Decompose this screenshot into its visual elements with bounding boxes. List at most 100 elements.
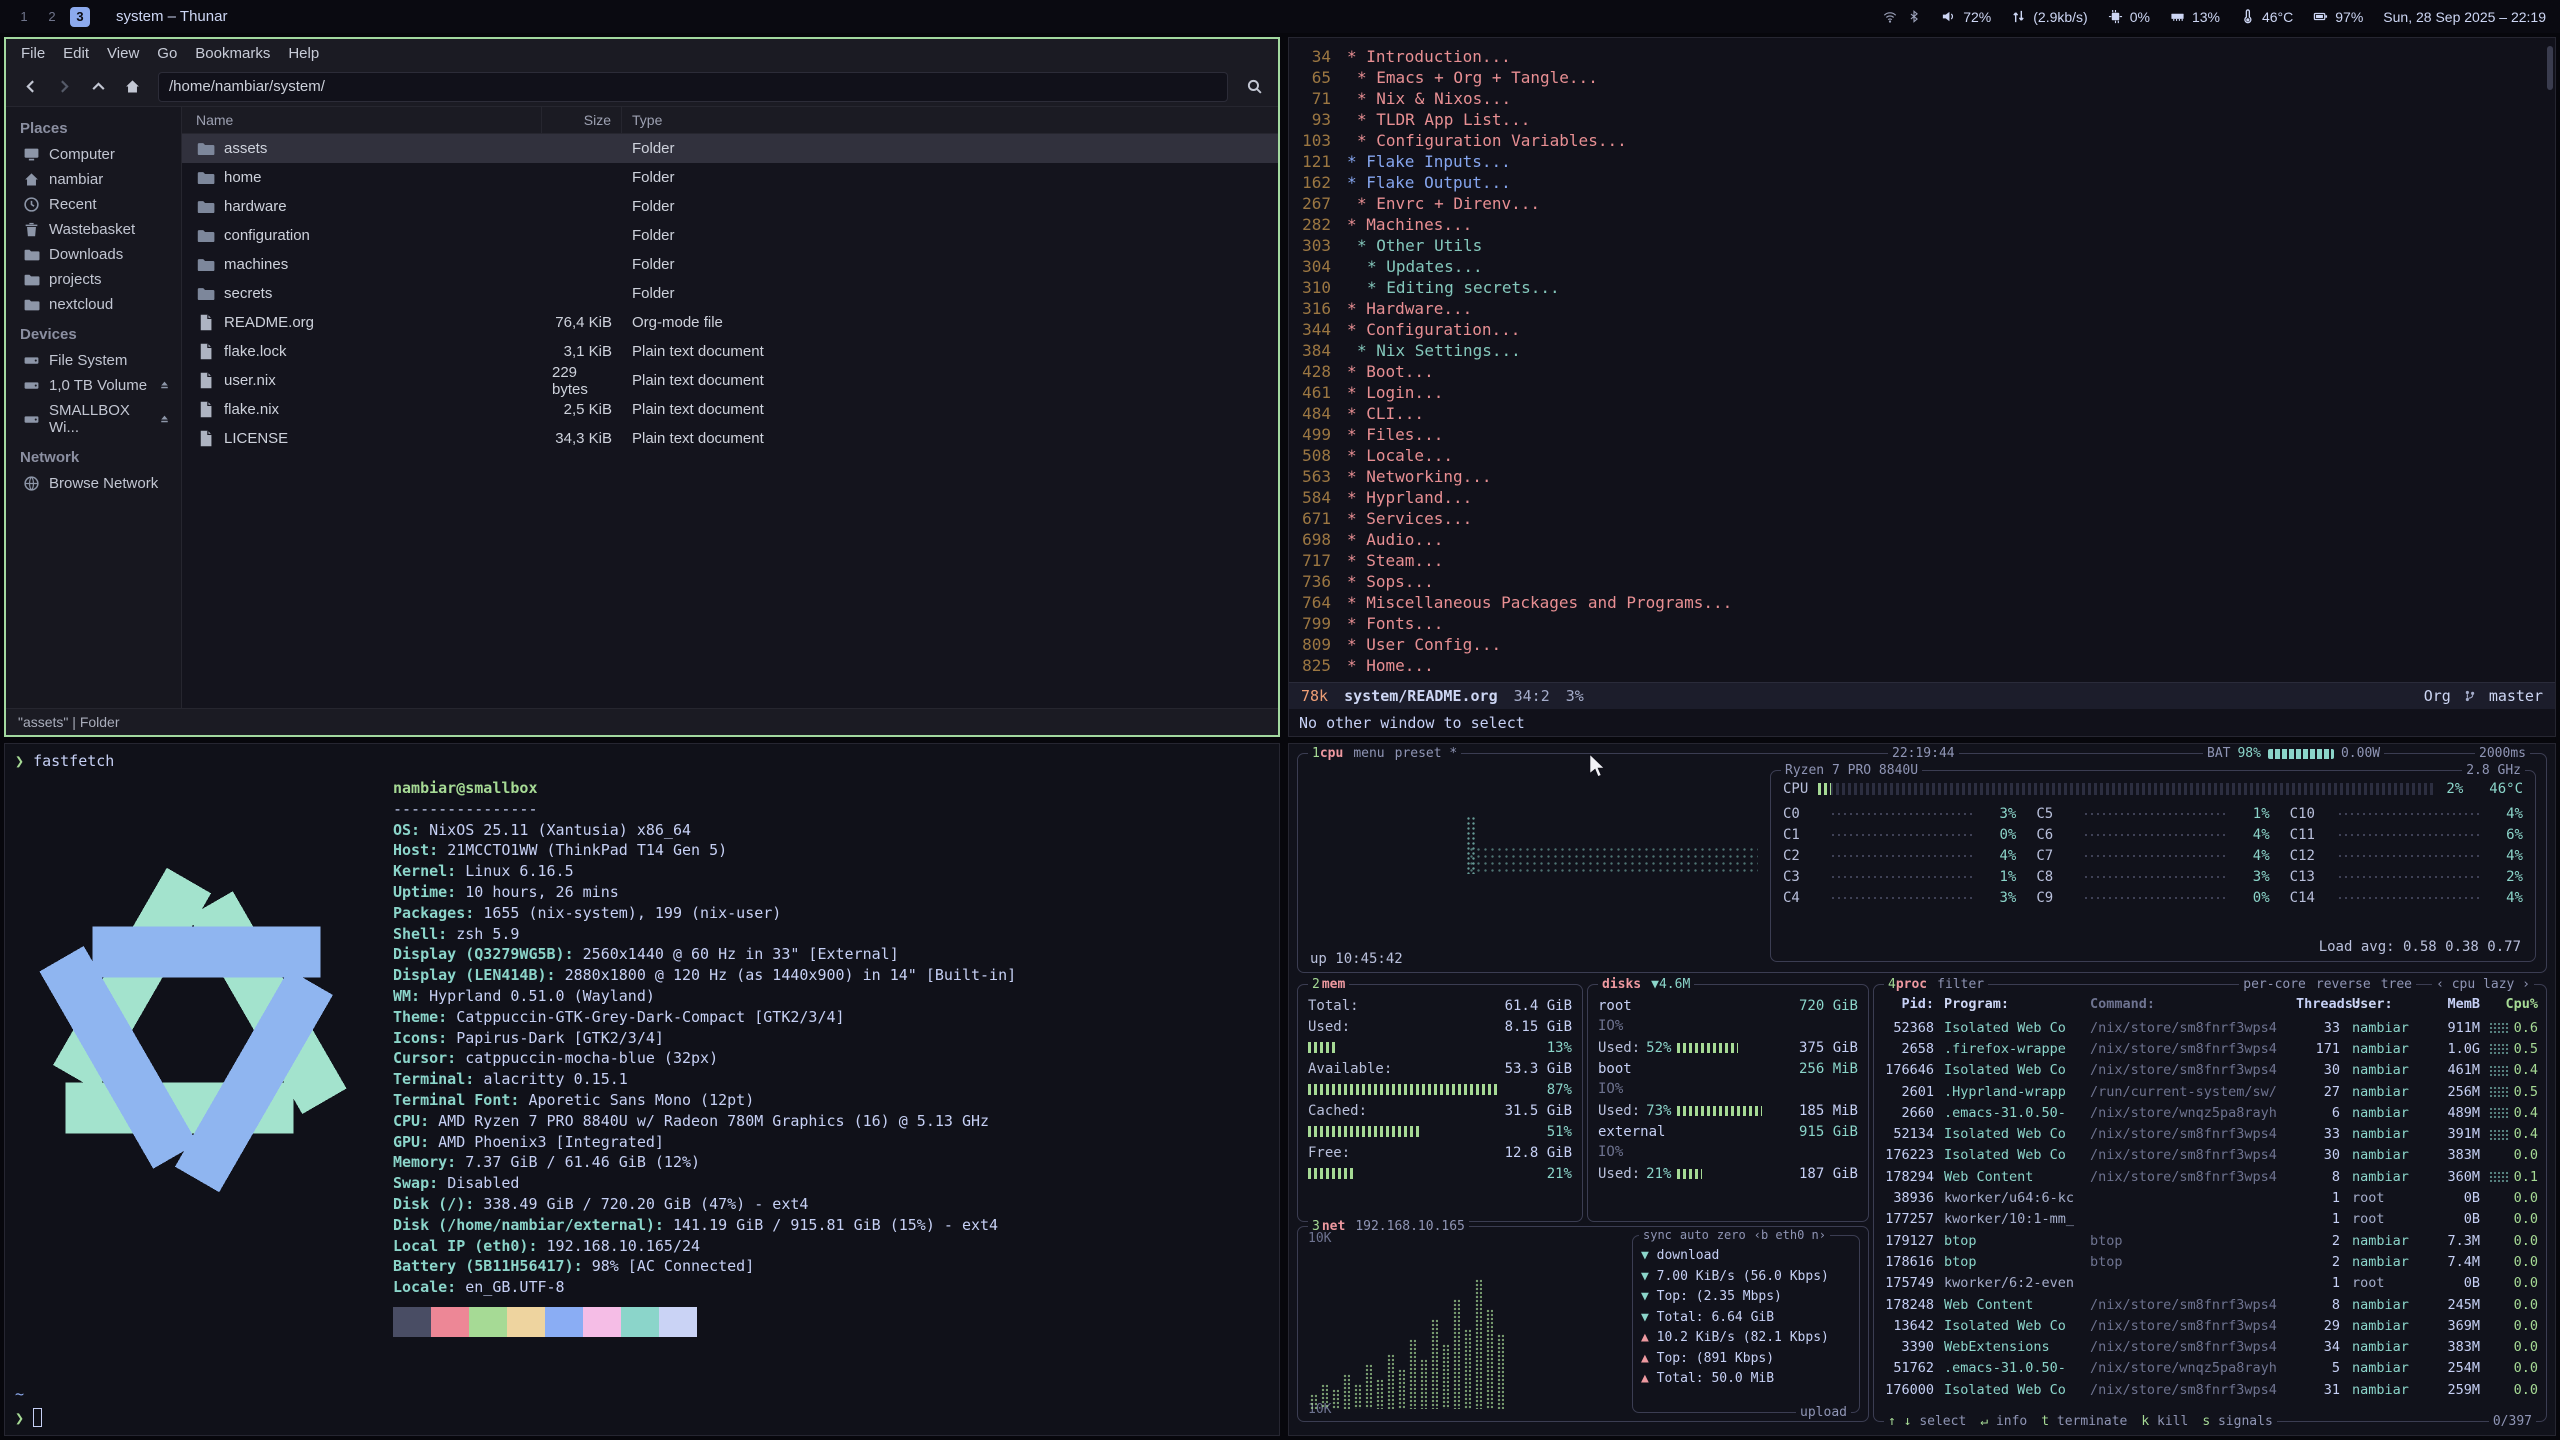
column-header-type[interactable]: Type	[622, 107, 1278, 133]
org-headline[interactable]: 825* Home...	[1289, 655, 2545, 676]
proc-footer-actions[interactable]: ↑ ↓ select↵ infot terminatek kills signa…	[1884, 1413, 2277, 1430]
search-button[interactable]	[1238, 72, 1270, 102]
org-headline[interactable]: 461* Login...	[1289, 382, 2545, 403]
process-row[interactable]: 13642Isolated Web Co/nix/store/sm8fnrf3w…	[1882, 1315, 2538, 1336]
sidebar-item-file-system[interactable]: File System	[6, 348, 181, 373]
org-headline[interactable]: 428* Boot...	[1289, 361, 2545, 382]
org-headline[interactable]: 584* Hyprland...	[1289, 487, 2545, 508]
process-row[interactable]: 52368Isolated Web Co/nix/store/sm8fnrf3w…	[1882, 1017, 2538, 1038]
net-chip-beth0n[interactable]: ‹b eth0 n›	[1754, 1227, 1826, 1244]
file-row[interactable]: homeFolder	[182, 163, 1278, 192]
mem-box-title[interactable]: 2mem	[1308, 976, 1349, 993]
file-row[interactable]: machinesFolder	[182, 250, 1278, 279]
process-row[interactable]: 51762.emacs-31.0.50-/nix/store/wnqz5pa8r…	[1882, 1358, 2538, 1379]
org-headline[interactable]: 698* Audio...	[1289, 529, 2545, 550]
menu-help[interactable]: Help	[279, 42, 328, 65]
footer-action-signals[interactable]: s signals	[2202, 1413, 2272, 1430]
org-headline[interactable]: 103* Configuration Variables...	[1289, 130, 2545, 151]
sidebar-item-computer[interactable]: Computer	[6, 142, 181, 167]
sidebar-item-recent[interactable]: Recent	[6, 192, 181, 217]
net-chip-sync[interactable]: sync	[1643, 1227, 1672, 1244]
proc-col-cpu%[interactable]: Cpu%	[2480, 996, 2538, 1012]
chip-menu[interactable]: menu	[1353, 745, 1384, 762]
chip-proc[interactable]: 4proc	[1888, 976, 1927, 993]
emacs-scrollbar-thumb[interactable]	[2547, 46, 2553, 90]
footer-action-info[interactable]: ↵ info	[1980, 1413, 2027, 1430]
file-row[interactable]: user.nix229 bytesPlain text document	[182, 366, 1278, 395]
org-headline[interactable]: 316* Hardware...	[1289, 298, 2545, 319]
workspace-button-3[interactable]: 3	[70, 7, 90, 27]
eject-icon[interactable]	[158, 413, 171, 426]
process-row[interactable]: 178294Web Content/nix/store/sm8fnrf3wps4…	[1882, 1166, 2538, 1187]
sidebar-item-1-0-tb-volume[interactable]: 1,0 TB Volume	[6, 373, 181, 398]
chip-cpu[interactable]: 1cpu	[1312, 745, 1343, 762]
home-button[interactable]	[116, 72, 148, 102]
process-row[interactable]: 176646Isolated Web Co/nix/store/sm8fnrf3…	[1882, 1060, 2538, 1081]
chip-tree[interactable]: tree	[2381, 976, 2412, 993]
process-row[interactable]: 3390WebExtensions/nix/store/sm8fnrf3wps4…	[1882, 1336, 2538, 1357]
org-headline[interactable]: 799* Fonts...	[1289, 613, 2545, 634]
emacs-buffer[interactable]: 34* Introduction...65* Emacs + Org + Tan…	[1289, 46, 2545, 680]
terminal-window[interactable]: ❯ fastfetch nambiar@smallbox------------…	[4, 743, 1280, 1436]
org-headline[interactable]: 93* TLDR App List...	[1289, 109, 2545, 130]
org-headline[interactable]: 310* Editing secrets...	[1289, 277, 2545, 298]
org-headline[interactable]: 303* Other Utils	[1289, 235, 2545, 256]
org-headline[interactable]: 121* Flake Inputs...	[1289, 151, 2545, 172]
shell-prompt[interactable]: ❯	[15, 1408, 42, 1427]
process-row[interactable]: 175749kworker/6:2-even1root0B0.0	[1882, 1273, 2538, 1294]
net-chip-auto[interactable]: auto	[1680, 1227, 1709, 1244]
module-memory[interactable]: 13%	[2170, 9, 2220, 25]
workspace-button-1[interactable]: 1	[14, 7, 34, 27]
chip-reverse[interactable]: reverse	[2316, 976, 2371, 993]
org-headline[interactable]: 671* Services...	[1289, 508, 2545, 529]
file-row[interactable]: flake.nix2,5 KiBPlain text document	[182, 395, 1278, 424]
column-header-name[interactable]: Name	[182, 107, 542, 133]
file-row[interactable]: LICENSE34,3 KiBPlain text document	[182, 424, 1278, 453]
net-box-title[interactable]: 3net192.168.10.165	[1308, 1218, 1469, 1235]
org-headline[interactable]: 282* Machines...	[1289, 214, 2545, 235]
menu-go[interactable]: Go	[148, 42, 186, 65]
process-row[interactable]: 176223Isolated Web Co/nix/store/sm8fnrf3…	[1882, 1145, 2538, 1166]
sidebar-item-browse-network[interactable]: Browse Network	[6, 471, 181, 496]
org-headline[interactable]: 855* Waubar...	[1289, 676, 2545, 680]
proc-col-memb[interactable]: MemB	[2424, 996, 2480, 1012]
sidebar-item-downloads[interactable]: Downloads	[6, 242, 181, 267]
proc-sort-chip[interactable]: ‹ cpu lazy ›	[2432, 976, 2534, 993]
proc-column-headers[interactable]: Pid:Program:Command:Threads:User:MemBCpu…	[1882, 993, 2538, 1015]
chip-per-core[interactable]: per-core	[2243, 976, 2306, 993]
column-header-size[interactable]: Size	[542, 107, 622, 133]
file-row[interactable]: secretsFolder	[182, 279, 1278, 308]
workspace-button-2[interactable]: 2	[42, 7, 62, 27]
org-headline[interactable]: 304* Updates...	[1289, 256, 2545, 277]
system-tray[interactable]	[1883, 10, 1921, 24]
menu-edit[interactable]: Edit	[54, 42, 98, 65]
proc-left-chips[interactable]: 4proc filter	[1884, 976, 1988, 993]
cpu-box-menu-chips[interactable]: 1cpumenupreset *	[1308, 745, 1461, 762]
menu-view[interactable]: View	[98, 42, 148, 65]
footer-action-terminate[interactable]: t terminate	[2041, 1413, 2127, 1430]
file-row[interactable]: flake.lock3,1 KiBPlain text document	[182, 337, 1278, 366]
eject-icon[interactable]	[158, 379, 171, 392]
org-headline[interactable]: 267* Envrc + Direnv...	[1289, 193, 2545, 214]
update-interval[interactable]: 2000ms	[2475, 745, 2530, 762]
process-row[interactable]: 52134Isolated Web Co/nix/store/sm8fnrf3w…	[1882, 1123, 2538, 1144]
up-button[interactable]	[82, 72, 114, 102]
menu-file[interactable]: File	[12, 42, 54, 65]
menu-bookmarks[interactable]: Bookmarks	[186, 42, 279, 65]
path-bar[interactable]: /home/nambiar/system/	[158, 72, 1228, 102]
file-row[interactable]: hardwareFolder	[182, 192, 1278, 221]
process-row[interactable]: 2601.Hyprland-wrapp/run/current-system/s…	[1882, 1081, 2538, 1102]
module-battery[interactable]: 97%	[2313, 9, 2363, 25]
module-network[interactable]: (2.9kb/s)	[2011, 9, 2087, 25]
org-headline[interactable]: 384* Nix Settings...	[1289, 340, 2545, 361]
file-row[interactable]: assetsFolder	[182, 134, 1278, 163]
sidebar-item-wastebasket[interactable]: Wastebasket	[6, 217, 181, 242]
org-headline[interactable]: 65* Emacs + Org + Tangle...	[1289, 67, 2545, 88]
org-headline[interactable]: 764* Miscellaneous Packages and Programs…	[1289, 592, 2545, 613]
chip-filter[interactable]: filter	[1937, 976, 1984, 993]
process-row[interactable]: 176000Isolated Web Co/nix/store/sm8fnrf3…	[1882, 1379, 2538, 1400]
sidebar-item-smallbox-wi-[interactable]: SMALLBOX Wi...	[6, 398, 181, 440]
proc-col-user[interactable]: User:	[2340, 996, 2424, 1012]
org-headline[interactable]: 736* Sops...	[1289, 571, 2545, 592]
org-headline[interactable]: 563* Networking...	[1289, 466, 2545, 487]
